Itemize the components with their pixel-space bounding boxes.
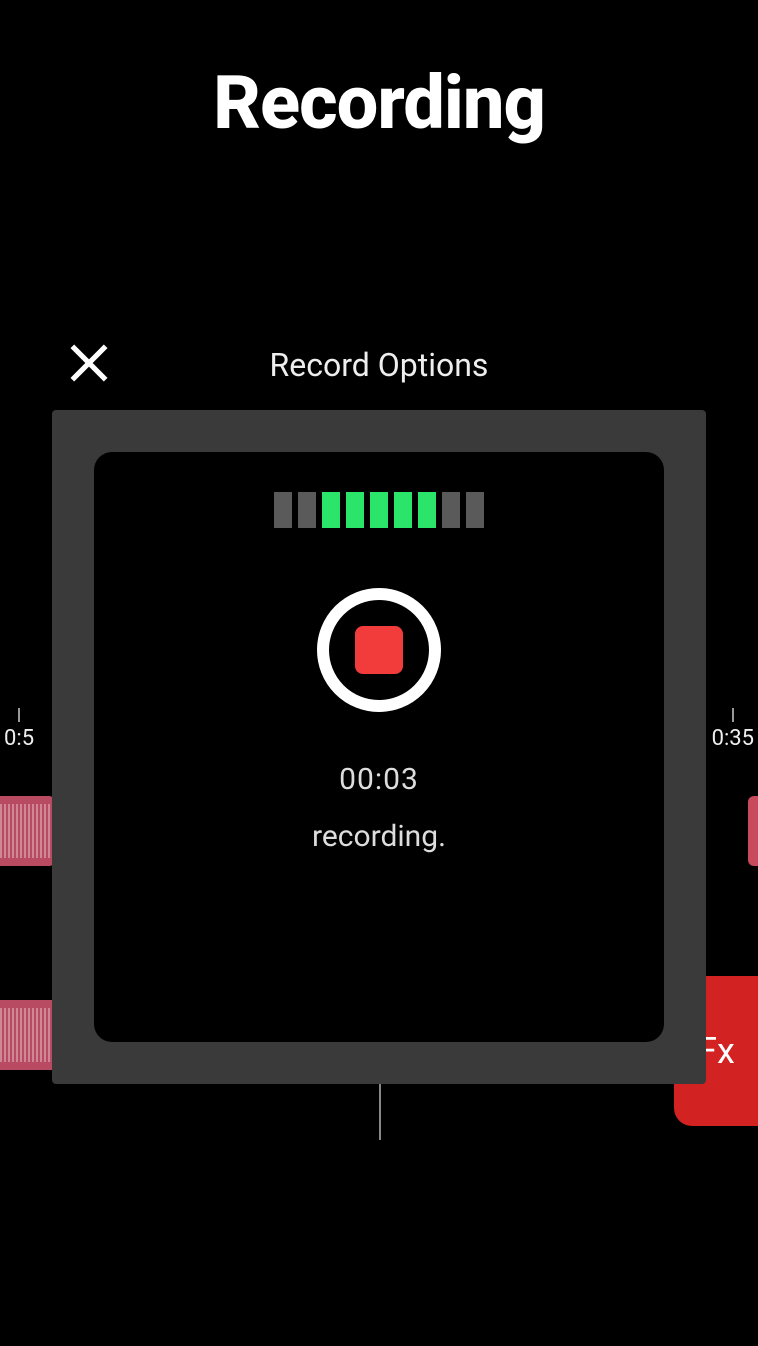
level-meter xyxy=(274,492,484,528)
close-icon xyxy=(64,338,114,388)
tick-label-right: 0:35 xyxy=(712,726,754,751)
recording-status: recording. xyxy=(312,819,446,854)
waveform-clip[interactable] xyxy=(0,796,55,866)
modal-inner: 00:03 recording. xyxy=(94,452,664,1042)
level-segment xyxy=(346,492,364,528)
modal-title: Record Options xyxy=(270,346,489,384)
elapsed-time: 00:03 xyxy=(339,762,419,797)
tick-mark xyxy=(732,708,734,722)
waveform-clip[interactable] xyxy=(748,796,758,866)
record-options-modal: Record Options 00:03 recording. xyxy=(52,320,706,1084)
modal-outer: 00:03 recording. xyxy=(52,410,706,1084)
waveform-clip[interactable] xyxy=(0,1000,60,1070)
close-button[interactable] xyxy=(64,338,114,388)
level-segment xyxy=(394,492,412,528)
level-segment xyxy=(442,492,460,528)
level-segment xyxy=(466,492,484,528)
level-segment xyxy=(298,492,316,528)
page-title: Recording xyxy=(0,0,758,147)
level-segment xyxy=(370,492,388,528)
level-segment xyxy=(274,492,292,528)
stop-icon xyxy=(355,626,403,674)
tick-mark xyxy=(18,708,20,722)
playhead xyxy=(379,1080,381,1140)
level-segment xyxy=(322,492,340,528)
stop-record-button[interactable] xyxy=(317,588,441,712)
level-segment xyxy=(418,492,436,528)
tick-label-left: 0:5 xyxy=(4,726,34,751)
modal-header: Record Options xyxy=(52,320,706,410)
